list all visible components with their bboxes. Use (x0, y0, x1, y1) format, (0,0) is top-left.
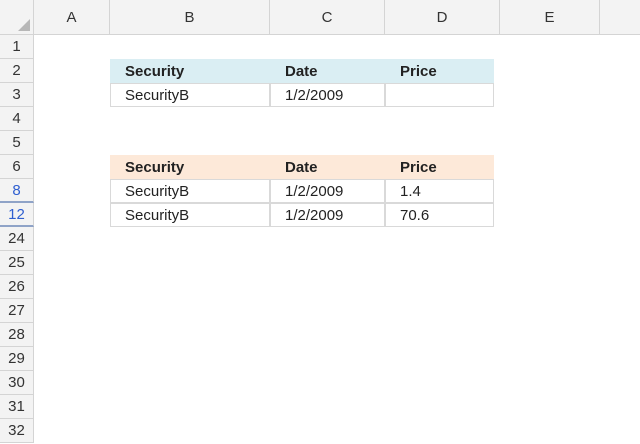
table2-cell-date[interactable]: 1/2/2009 (270, 179, 385, 203)
row-header[interactable]: 3 (0, 83, 34, 107)
column-header-c[interactable]: C (270, 0, 385, 34)
table2-cell-price[interactable]: 70.6 (385, 203, 494, 227)
column-header-divider (0, 34, 640, 35)
table1-cell-price[interactable] (385, 83, 494, 107)
select-all-triangle-icon (18, 19, 30, 31)
row-header[interactable]: 25 (0, 251, 34, 275)
row-header[interactable]: 28 (0, 323, 34, 347)
spreadsheet-grid[interactable]: A B C D E 1 2 3 4 5 6 8 12 24 25 26 27 2… (0, 0, 640, 444)
table2-cell-date[interactable]: 1/2/2009 (270, 203, 385, 227)
table2-header-price[interactable]: Price (385, 155, 494, 179)
row-header[interactable]: 30 (0, 371, 34, 395)
row-header[interactable]: 6 (0, 155, 34, 179)
row-header-filtered[interactable]: 12 (0, 203, 34, 227)
table2-header-security[interactable]: Security (110, 155, 270, 179)
row-header[interactable]: 1 (0, 35, 34, 59)
column-header-next[interactable] (600, 0, 640, 34)
table2-cell-security[interactable]: SecurityB (110, 179, 270, 203)
row-header[interactable]: 29 (0, 347, 34, 371)
column-header-b[interactable]: B (110, 0, 270, 34)
row-header-filtered[interactable]: 8 (0, 179, 34, 203)
column-header-e[interactable]: E (500, 0, 600, 34)
column-header-d[interactable]: D (385, 0, 500, 34)
row-header[interactable]: 32 (0, 419, 34, 443)
table2-cell-price[interactable]: 1.4 (385, 179, 494, 203)
row-header[interactable]: 27 (0, 299, 34, 323)
select-all-corner[interactable] (0, 0, 34, 34)
row-header[interactable]: 2 (0, 59, 34, 83)
table2-header-date[interactable]: Date (270, 155, 385, 179)
row-header[interactable]: 26 (0, 275, 34, 299)
table1-cell-security[interactable]: SecurityB (110, 83, 270, 107)
row-header[interactable]: 5 (0, 131, 34, 155)
column-header-a[interactable]: A (34, 0, 110, 34)
table1-header-security[interactable]: Security (110, 59, 270, 83)
row-header[interactable]: 24 (0, 227, 34, 251)
row-header[interactable]: 4 (0, 107, 34, 131)
table1-header-price[interactable]: Price (385, 59, 494, 83)
row-header[interactable]: 31 (0, 395, 34, 419)
table2-cell-security[interactable]: SecurityB (110, 203, 270, 227)
table1-header-date[interactable]: Date (270, 59, 385, 83)
table1-cell-date[interactable]: 1/2/2009 (270, 83, 385, 107)
